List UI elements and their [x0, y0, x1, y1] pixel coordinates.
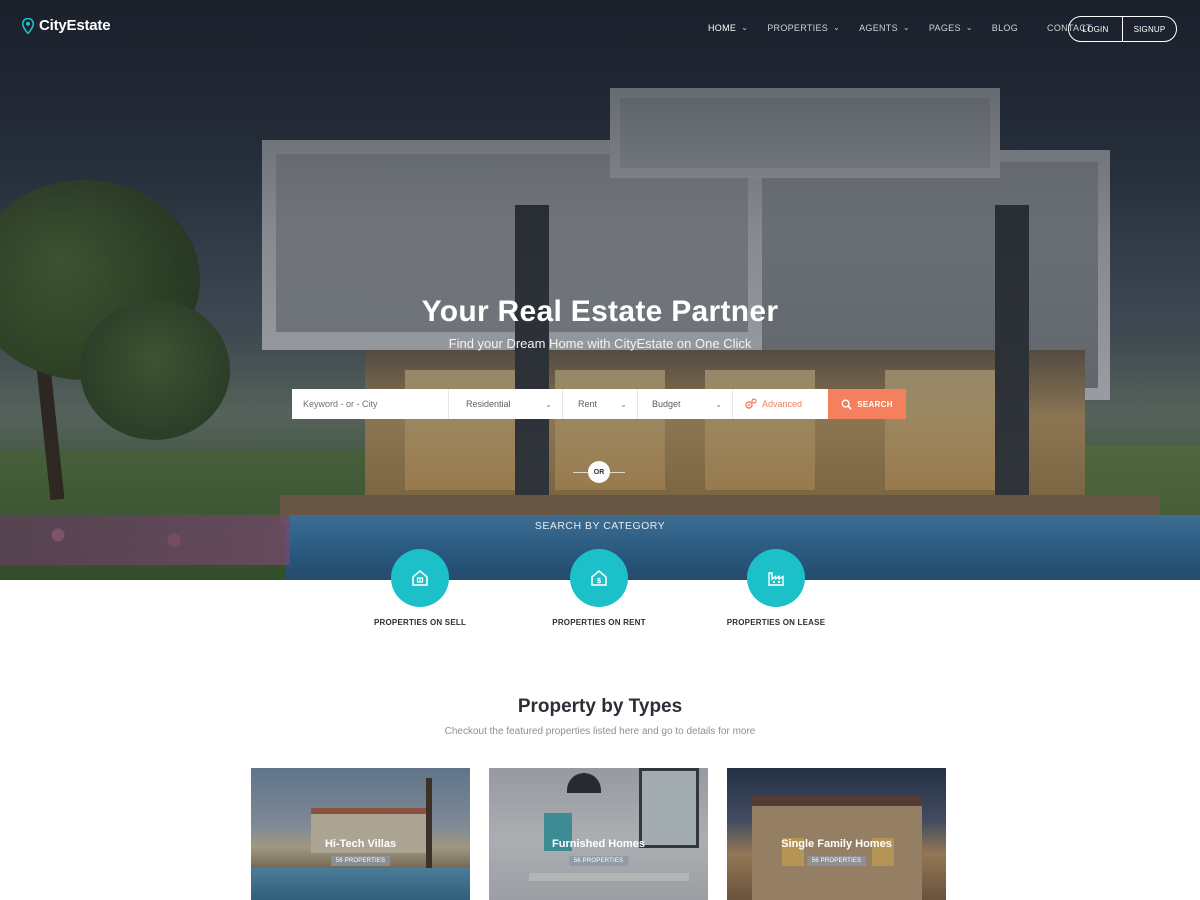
nav-item-pages[interactable]: PAGES ⌄	[928, 22, 973, 34]
card-count-badge: 56 PROPERTIES	[568, 856, 629, 866]
listing-mode-select[interactable]: Rent ⌄	[563, 389, 638, 419]
advanced-search-toggle[interactable]: Advanced	[733, 389, 828, 419]
hero-subtitle: Find your Dream Home with CityEstate on …	[448, 336, 752, 351]
nav-item-blog[interactable]: BLOG	[992, 23, 1018, 33]
card-overlay	[251, 768, 470, 900]
nav-item-label: AGENTS	[859, 23, 898, 33]
chevron-down-icon: ⌄	[902, 22, 910, 32]
map-pin-icon	[22, 17, 34, 34]
search-icon	[841, 398, 852, 410]
or-divider: OR	[573, 461, 625, 483]
section-subtitle: Checkout the featured properties listed …	[444, 726, 756, 737]
card-overlay	[489, 768, 708, 900]
gears-icon	[745, 398, 757, 409]
nav-item-agents[interactable]: AGENTS ⌄	[859, 22, 910, 34]
advanced-label: Advanced	[762, 399, 803, 409]
card-title: Single Family Homes	[781, 838, 892, 850]
category-heading: SEARCH BY CATEGORY	[534, 520, 666, 532]
category-bubble	[391, 549, 449, 607]
chevron-down-icon: ⌄	[715, 399, 722, 409]
property-type-value: Residential	[466, 399, 511, 409]
card-count-badge: 56 PROPERTIES	[330, 856, 391, 866]
property-type-card[interactable]: Furnished Homes 56 PROPERTIES	[489, 768, 708, 900]
property-search-bar: Keyword - or - City Residential ⌄ Rent ⌄…	[292, 389, 906, 419]
nav-item-label: HOME	[708, 23, 737, 33]
svg-text:$: $	[597, 577, 602, 585]
card-title: Hi-Tech Villas	[324, 838, 397, 850]
nav-item-properties[interactable]: PROPERTIES ⌄	[767, 22, 841, 34]
factory-icon	[768, 572, 784, 586]
top-navbar: CityEstate HOME ⌄ PROPERTIES ⌄ AGENTS ⌄ …	[0, 0, 1200, 58]
category-bubble: $	[570, 549, 628, 607]
chevron-down-icon: ⌄	[965, 22, 973, 32]
nav-item-label: PAGES	[928, 23, 961, 33]
category-lease[interactable]: PROPERTIES ON LEASE	[686, 549, 866, 627]
budget-select[interactable]: Budget ⌄	[638, 389, 733, 419]
auth-buttons: LOGIN SIGNUP	[1068, 16, 1177, 42]
hero-overlay	[0, 0, 1200, 580]
category-label: PROPERTIES ON SELL	[373, 618, 467, 627]
card-title: Furnished Homes	[552, 838, 645, 850]
chevron-down-icon: ⌄	[620, 399, 627, 409]
category-sell[interactable]: PROPERTIES ON SELL	[330, 549, 510, 627]
keyword-input[interactable]: Keyword - or - City	[292, 389, 449, 419]
hero-title: Your Real Estate Partner	[421, 295, 779, 328]
category-bubble	[747, 549, 805, 607]
property-type-card[interactable]: Single Family Homes 56 PROPERTIES	[727, 768, 946, 900]
category-rent[interactable]: $ PROPERTIES ON RENT	[509, 549, 689, 627]
signup-button[interactable]: SIGNUP	[1122, 17, 1176, 41]
card-overlay	[727, 768, 946, 900]
search-button[interactable]: SEARCH	[828, 389, 906, 419]
category-label: PROPERTIES ON LEASE	[726, 618, 826, 627]
chevron-down-icon: ⌄	[545, 399, 552, 409]
listing-mode-value: Rent	[578, 399, 598, 409]
logo[interactable]: CityEstate	[22, 17, 111, 34]
nav-item-label: BLOG	[991, 23, 1019, 33]
category-label: PROPERTIES ON RENT	[552, 618, 646, 627]
search-button-label: SEARCH	[857, 399, 893, 409]
or-badge: OR	[588, 461, 610, 483]
budget-value: Budget	[652, 399, 681, 409]
login-button[interactable]: LOGIN	[1069, 17, 1122, 41]
property-type-card[interactable]: Hi-Tech Villas 56 PROPERTIES	[251, 768, 470, 900]
chevron-down-icon: ⌄	[741, 22, 749, 32]
house-icon	[412, 570, 428, 586]
property-type-select[interactable]: Residential ⌄	[449, 389, 563, 419]
nav-item-label: PROPERTIES	[767, 23, 829, 33]
hero-banner	[0, 0, 1200, 580]
nav-item-home[interactable]: HOME ⌄	[708, 22, 749, 34]
card-count-badge: 56 PROPERTIES	[806, 856, 867, 866]
main-menu: HOME ⌄ PROPERTIES ⌄ AGENTS ⌄ PAGES ⌄ BLO…	[708, 22, 1111, 34]
keyword-placeholder: Keyword - or - City	[303, 399, 378, 409]
brand-name: CityEstate	[39, 17, 111, 34]
dollar-house-icon: $	[591, 570, 607, 586]
chevron-down-icon: ⌄	[833, 22, 841, 32]
section-title: Property by Types	[517, 696, 683, 717]
